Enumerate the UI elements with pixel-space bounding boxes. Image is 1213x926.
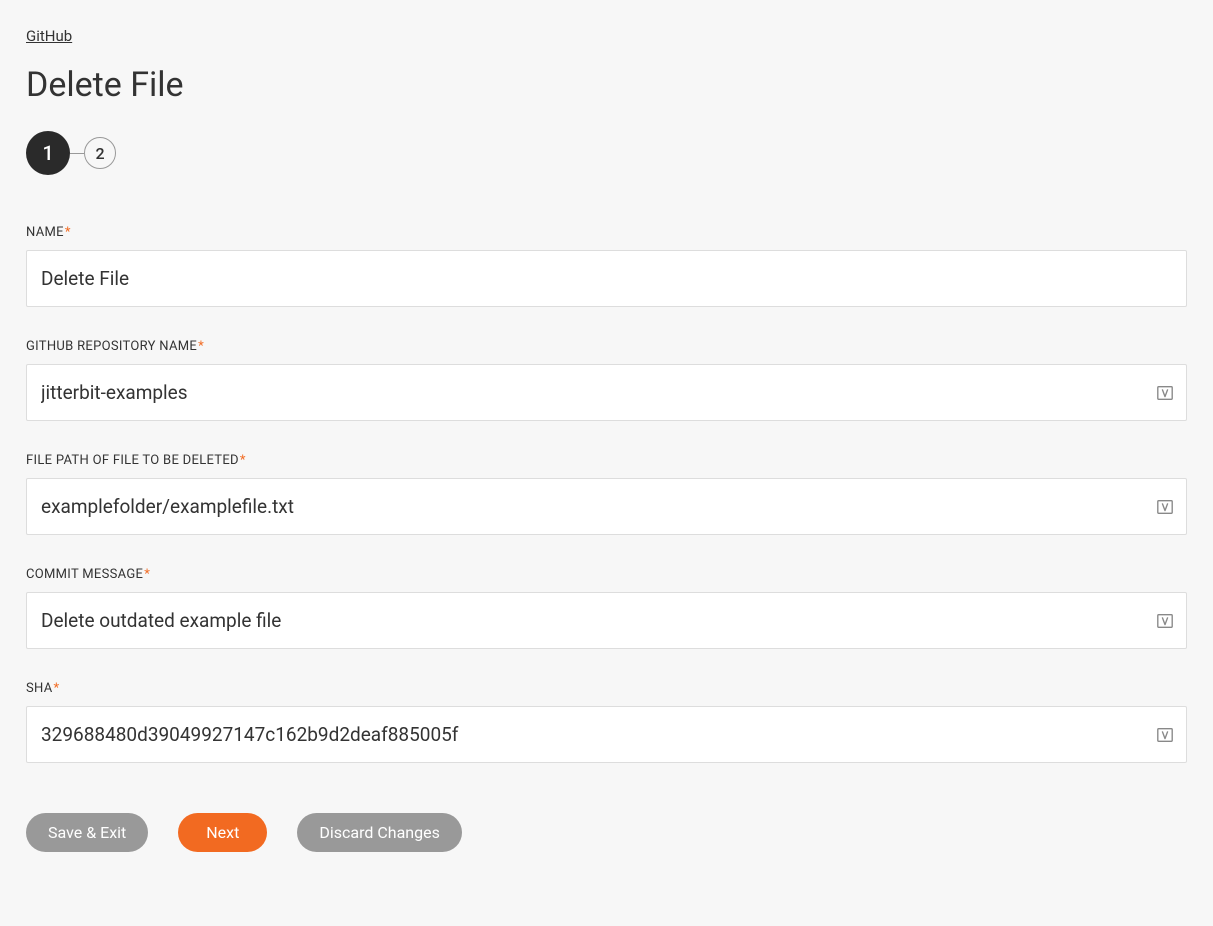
sha-label: SHA* (26, 681, 1187, 696)
variable-picker-icon[interactable] (1155, 725, 1175, 745)
form-group-name: NAME* (26, 225, 1187, 307)
button-row: Save & Exit Next Discard Changes (26, 813, 1187, 852)
repo-name-label: GITHUB REPOSITORY NAME* (26, 339, 1187, 354)
repo-name-input[interactable] (26, 364, 1187, 421)
variable-picker-icon[interactable] (1155, 611, 1175, 631)
sha-label-text: SHA (26, 681, 53, 696)
variable-picker-icon[interactable] (1155, 497, 1175, 517)
commit-message-label-text: COMMIT MESSAGE (26, 567, 143, 582)
required-asterisk: * (240, 453, 246, 468)
save-exit-button[interactable]: Save & Exit (26, 813, 148, 852)
file-path-label: FILE PATH OF FILE TO BE DELETED* (26, 453, 1187, 468)
step-connector (70, 153, 84, 154)
name-label: NAME* (26, 225, 1187, 240)
file-path-label-text: FILE PATH OF FILE TO BE DELETED (26, 453, 239, 468)
wizard-stepper: 1 2 (26, 131, 1187, 175)
form-group-commit-message: COMMIT MESSAGE* (26, 567, 1187, 649)
page-title: Delete File (26, 65, 1187, 105)
form-group-sha: SHA* (26, 681, 1187, 763)
sha-input[interactable] (26, 706, 1187, 763)
required-asterisk: * (54, 681, 60, 696)
discard-changes-button[interactable]: Discard Changes (297, 813, 461, 852)
step-1[interactable]: 1 (26, 131, 70, 175)
required-asterisk: * (144, 567, 150, 582)
variable-picker-icon[interactable] (1155, 383, 1175, 403)
required-asterisk: * (65, 225, 71, 240)
step-2[interactable]: 2 (84, 137, 116, 169)
commit-message-label: COMMIT MESSAGE* (26, 567, 1187, 582)
commit-message-input[interactable] (26, 592, 1187, 649)
name-input[interactable] (26, 250, 1187, 307)
name-label-text: NAME (26, 225, 64, 240)
required-asterisk: * (198, 339, 204, 354)
form-group-file-path: FILE PATH OF FILE TO BE DELETED* (26, 453, 1187, 535)
next-button[interactable]: Next (178, 813, 267, 852)
file-path-input[interactable] (26, 478, 1187, 535)
repo-name-label-text: GITHUB REPOSITORY NAME (26, 339, 197, 354)
breadcrumb-github-link[interactable]: GitHub (26, 27, 72, 45)
form-group-repo-name: GITHUB REPOSITORY NAME* (26, 339, 1187, 421)
